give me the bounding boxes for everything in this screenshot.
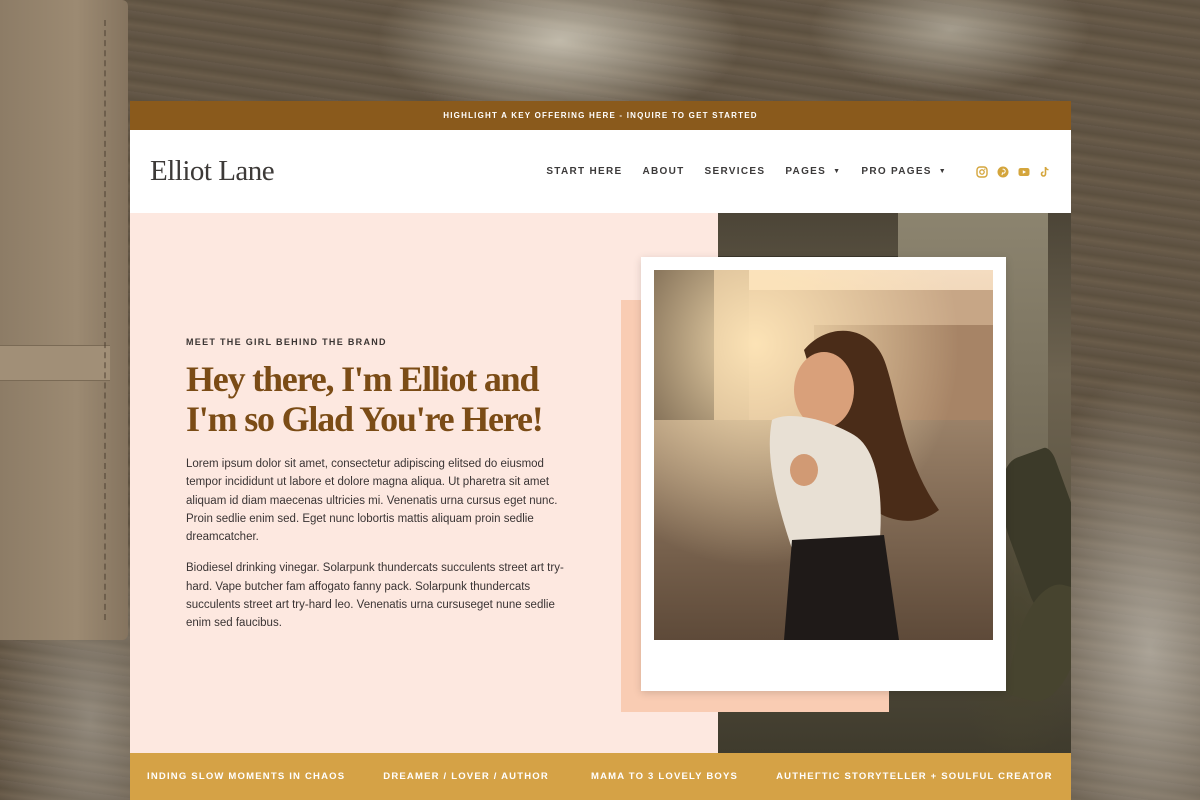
announcement-text[interactable]: HIGHLIGHT A KEY OFFERING HERE - INQUIRE … [443,111,757,120]
nav-pages[interactable]: PAGES ▼ [785,166,841,177]
instagram-icon[interactable] [976,165,988,178]
portrait-photo [654,270,993,640]
nav-about[interactable]: ABOUT [642,166,684,177]
portrait-image [654,270,993,640]
announcement-bar[interactable]: HIGHLIGHT A KEY OFFERING HERE - INQUIRE … [130,101,1071,130]
chevron-down-icon[interactable]: ▼ [939,168,947,175]
chevron-down-icon[interactable]: ▼ [833,168,841,175]
social-links [967,165,1051,178]
tagline-ribbon: INDING SLOW MOMENTS IN CHAOS DREAMER / L… [130,753,1071,800]
hero-paragraph-2: Biodiesel drinking vinegar. Solarpunk th… [186,562,564,630]
ribbon-item: AUTHEΓTIC STORYTELLER + SOULFUL CREATOR [776,771,1053,782]
site-logo[interactable]: Elliot Lane [150,155,275,188]
nav-services[interactable]: SERVICES [705,166,766,177]
website-mockup: HIGHLIGHT A KEY OFFERING HERE - INQUIRE … [130,101,1071,800]
hero-paragraph-1: Lorem ipsum dolor sit amet, consectetur … [186,458,558,544]
polaroid-frame [641,257,1006,691]
nav-start-here[interactable]: START HERE [546,166,622,177]
hero-headline: Hey there, I'm Elliot and I'm so Glad Yo… [186,359,544,439]
hero-section: MEET THE GIRL BEHIND THE BRAND Hey there… [130,213,1071,753]
nav-pro-pages[interactable]: PRO PAGES ▼ [861,166,947,177]
ribbon-item: INDING SLOW MOMENTS IN CHAOS [147,771,346,782]
hero-kicker: MEET THE GIRL BEHIND THE BRAND [186,337,387,347]
youtube-icon[interactable] [1018,166,1030,178]
site-header: Elliot Lane START HERE ABOUT SERVICES PA… [130,130,1071,213]
main-nav: START HERE ABOUT SERVICES PAGES ▼ PRO PA… [526,165,1051,178]
hero-text: MEET THE GIRL BEHIND THE BRAND Hey there… [186,337,566,646]
pinterest-icon[interactable] [997,166,1009,178]
leather-journal [0,0,128,640]
tiktok-icon[interactable] [1039,166,1051,178]
ribbon-item: MAMA TO 3 LOVELY BOYS [590,771,739,782]
ribbon-item: DREAMER / LOVER / AUTHOR [383,771,549,782]
